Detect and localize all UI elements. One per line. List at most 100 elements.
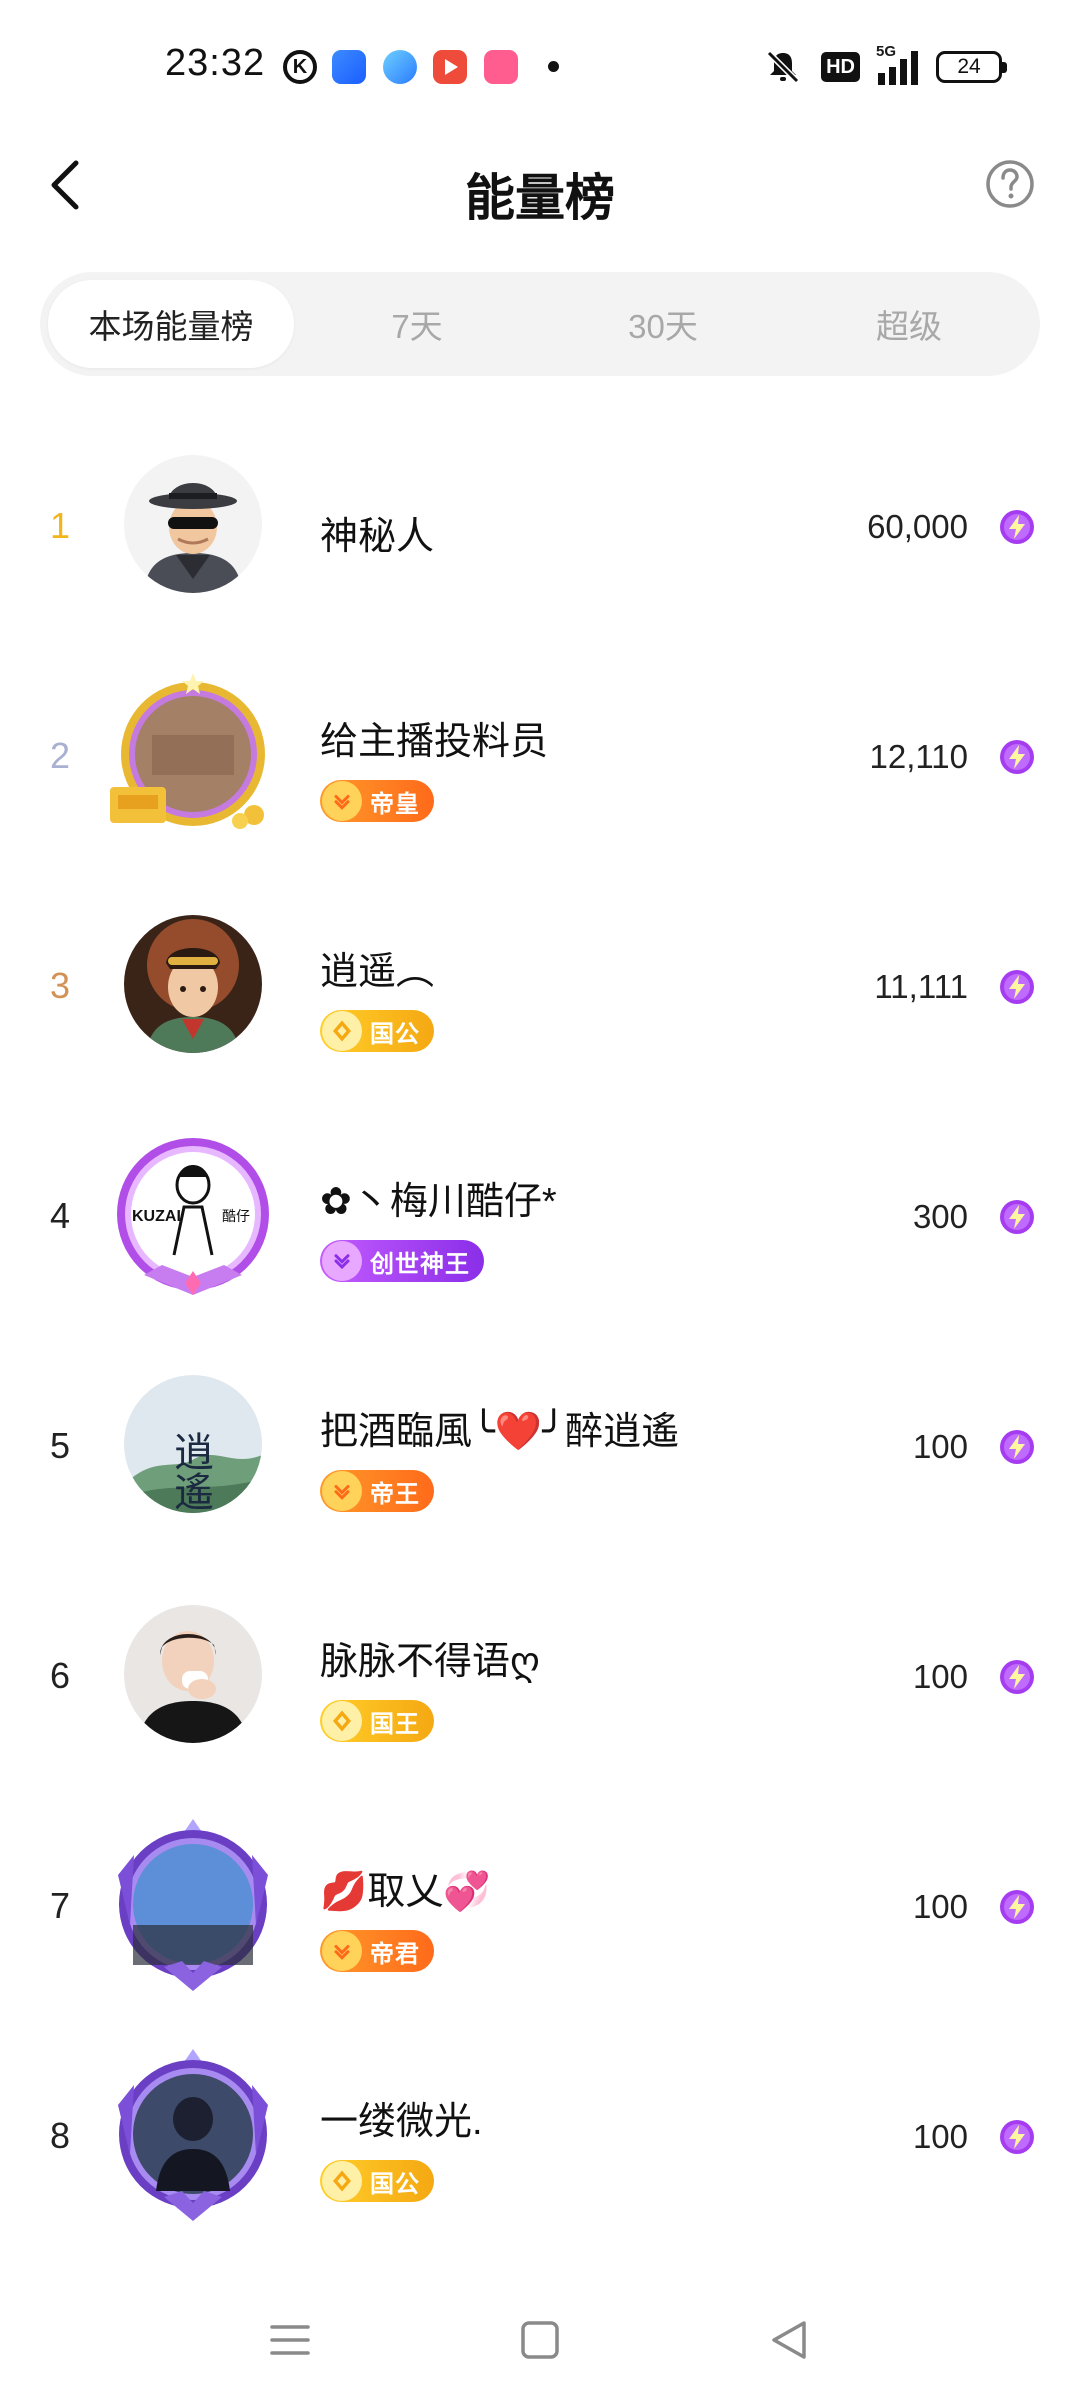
user-avatar-crystal-frame-image bbox=[118, 1819, 268, 1991]
user-name: 脉脉不得语ღ bbox=[320, 1641, 540, 1683]
energy-score: 100 bbox=[912, 1658, 968, 1695]
user-name: 逍遥︵ bbox=[320, 951, 435, 993]
status-indicators: HD 5G 24 bbox=[763, 43, 1007, 88]
badge-label: 帝王 bbox=[370, 1480, 420, 1508]
battery-indicator: 24 bbox=[936, 51, 1007, 83]
user-avatar-purple-frame-image: KUZAI 酷仔 bbox=[117, 1138, 269, 1295]
energy-score: 100 bbox=[912, 1888, 968, 1925]
ranking-row[interactable]: 2 给主播投料员 帝皇 12,110 bbox=[0, 640, 1080, 870]
badge-rank-icon bbox=[322, 781, 362, 821]
user-name: 一缕微光. bbox=[320, 2101, 483, 2143]
status-bar: 23:32 K HD 5G 24 bbox=[0, 0, 1080, 130]
avatar[interactable] bbox=[104, 665, 282, 843]
user-avatar-photo-image bbox=[124, 1605, 262, 1743]
energy-score: 300 bbox=[912, 1198, 968, 1235]
menu-icon bbox=[270, 2325, 310, 2355]
user-avatar-mystery-image bbox=[124, 455, 262, 593]
energy-bolt-icon bbox=[1000, 970, 1034, 1004]
user-avatar-landscape-image: 逍遙 bbox=[124, 1375, 262, 1513]
level-badge: 帝君 bbox=[320, 1930, 434, 1972]
badge-rank-icon bbox=[322, 2161, 362, 2201]
energy-bolt-icon bbox=[1000, 1200, 1034, 1234]
more-notifications-dot-icon bbox=[548, 61, 559, 72]
rank-number: 2 bbox=[49, 735, 71, 776]
avatar[interactable] bbox=[124, 1605, 262, 1743]
energy-score: 100 bbox=[912, 2118, 968, 2155]
energy-score: 60,000 bbox=[867, 508, 968, 545]
period-tabs: 本场能量榜 7天 30天 超级 bbox=[40, 272, 1040, 376]
video-app-icon bbox=[433, 50, 467, 84]
level-badge: 国王 bbox=[320, 1700, 434, 1742]
square-home-icon bbox=[521, 2321, 559, 2359]
ranking-row[interactable]: 4 KUZAI 酷仔 ✿丶梅川酷仔* 创世神王 300 bbox=[0, 1100, 1080, 1330]
cyan-app-icon bbox=[383, 50, 417, 84]
question-circle-icon bbox=[986, 160, 1034, 208]
tab-super[interactable]: 超级 bbox=[786, 280, 1032, 368]
user-avatar-crystal-frame-image bbox=[118, 2049, 268, 2221]
avatar[interactable] bbox=[104, 1815, 282, 1993]
avatar[interactable]: 逍遙 bbox=[124, 1375, 262, 1513]
ranking-row[interactable]: 3 逍遥︵ 国公 11,111 bbox=[0, 870, 1080, 1100]
avatar-calligraphy-text: 逍遙 bbox=[167, 1431, 213, 1511]
badge-rank-icon bbox=[322, 1241, 362, 1281]
bilibili-app-icon bbox=[484, 50, 518, 84]
avatar[interactable] bbox=[104, 2045, 282, 2223]
tab-7-days[interactable]: 7天 bbox=[294, 280, 540, 368]
rank-number: 5 bbox=[49, 1425, 71, 1466]
rank-number: 1 bbox=[49, 505, 71, 546]
status-time: 23:32 bbox=[165, 42, 266, 84]
rank-number: 4 bbox=[49, 1195, 71, 1236]
level-badge: 创世神王 bbox=[320, 1240, 484, 1282]
tab-30-days[interactable]: 30天 bbox=[540, 280, 786, 368]
page-title: 能量榜 bbox=[465, 170, 615, 226]
ranking-row[interactable]: 7 💋取乂💞 帝君 100 bbox=[0, 1790, 1080, 2020]
energy-bolt-icon bbox=[1000, 510, 1034, 544]
level-badge: 国公 bbox=[320, 2160, 434, 2202]
avatar[interactable] bbox=[124, 915, 262, 1053]
user-name: 给主播投料员 bbox=[320, 721, 549, 763]
badge-label: 国公 bbox=[370, 1020, 420, 1048]
avatar-kuzai-text: KUZAI bbox=[132, 1208, 181, 1225]
mute-bell-icon bbox=[763, 47, 803, 87]
avatar[interactable]: KUZAI 酷仔 bbox=[104, 1125, 282, 1303]
badge-label: 创世神王 bbox=[370, 1250, 470, 1278]
network-type-label: 5G bbox=[876, 43, 897, 60]
user-name: 把酒臨風╰❤️╯醉逍遙 bbox=[320, 1411, 680, 1453]
badge-label: 帝皇 bbox=[370, 790, 420, 818]
badge-rank-icon bbox=[322, 1011, 362, 1051]
ranking-row[interactable]: 1 神秘人 60,000 bbox=[0, 410, 1080, 640]
energy-bolt-icon bbox=[1000, 740, 1034, 774]
avatar[interactable] bbox=[124, 455, 262, 593]
rank-number: 6 bbox=[49, 1655, 71, 1696]
signal-icon: 5G bbox=[876, 43, 918, 85]
system-navigation-bar bbox=[0, 2280, 1080, 2400]
home-button[interactable] bbox=[510, 2310, 570, 2370]
badge-label: 帝君 bbox=[370, 1940, 420, 1968]
ranking-row[interactable]: 5 逍遙 把酒臨風╰❤️╯醉逍遙 帝王 100 bbox=[0, 1330, 1080, 1560]
energy-bolt-icon bbox=[1000, 2120, 1034, 2154]
energy-bolt-icon bbox=[1000, 1890, 1034, 1924]
ranking-row[interactable]: 6 脉脉不得语ღ 国王 100 bbox=[0, 1560, 1080, 1790]
energy-bolt-icon bbox=[1000, 1430, 1034, 1464]
badge-rank-icon bbox=[322, 1471, 362, 1511]
ranking-row[interactable]: 8 一缕微光. 国公 100 bbox=[0, 2020, 1080, 2250]
level-badge: 国公 bbox=[320, 1010, 434, 1052]
badge-rank-icon bbox=[322, 1931, 362, 1971]
user-name: ✿丶梅川酷仔* bbox=[320, 1181, 557, 1223]
avatar-kuzai-sub-text: 酷仔 bbox=[222, 1209, 250, 1225]
hd-voice-badge: HD bbox=[821, 52, 860, 82]
energy-score: 11,111 bbox=[874, 968, 968, 1005]
user-avatar-gold-frame-image bbox=[110, 673, 265, 829]
user-name: 💋取乂💞 bbox=[320, 1871, 491, 1913]
badge-rank-icon bbox=[322, 1701, 362, 1741]
help-button[interactable] bbox=[978, 152, 1042, 216]
rank-number: 3 bbox=[49, 965, 71, 1006]
rank-number: 8 bbox=[49, 2115, 71, 2156]
rank-number: 7 bbox=[49, 1885, 71, 1926]
energy-score: 12,110 bbox=[869, 738, 968, 775]
tab-current-session[interactable]: 本场能量榜 bbox=[48, 280, 294, 368]
page-header: 能量榜 bbox=[0, 130, 1080, 240]
level-badge: 帝王 bbox=[320, 1470, 434, 1512]
system-back-button[interactable] bbox=[760, 2310, 820, 2370]
recent-apps-button[interactable] bbox=[260, 2310, 320, 2370]
